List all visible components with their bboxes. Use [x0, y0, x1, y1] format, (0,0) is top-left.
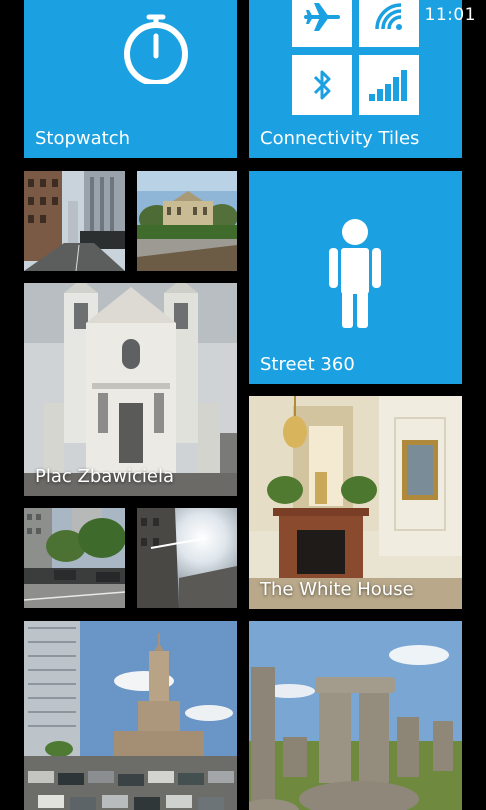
sunlight-image — [137, 508, 237, 608]
photo-tile-white-house[interactable]: The White House — [249, 396, 462, 609]
palace-of-culture-image — [24, 621, 237, 810]
plac-zbawiciela-label: Plac Zbawiciela — [35, 466, 175, 487]
photo-tile-stonehenge[interactable] — [249, 621, 462, 810]
wifi-subtile[interactable] — [359, 0, 419, 47]
stonehenge-image — [249, 621, 462, 810]
street-trees-image — [24, 508, 125, 608]
stopwatch-label: Stopwatch — [35, 128, 131, 149]
wifi-icon — [375, 3, 402, 30]
status-clock: 11:01 — [424, 5, 476, 25]
city-street-image — [24, 171, 125, 271]
street360-tile[interactable]: Street 360 — [249, 171, 462, 384]
stopwatch-tile[interactable]: Stopwatch — [24, 0, 237, 158]
street360-label: Street 360 — [260, 354, 355, 375]
stopwatch-icon — [124, 14, 188, 84]
photo-tile-sunlight[interactable] — [137, 508, 237, 608]
photo-tile-palace[interactable] — [137, 171, 237, 271]
connectivity-label: Connectivity Tiles — [260, 128, 420, 149]
bluetooth-icon — [313, 70, 331, 100]
photo-tile-street-trees[interactable] — [24, 508, 125, 608]
airplane-icon — [304, 3, 340, 31]
airplane-subtile[interactable] — [292, 0, 352, 47]
white-house-interior-image — [249, 396, 462, 609]
photo-tile-plac-zbawiciela[interactable]: Plac Zbawiciela — [24, 283, 237, 496]
palace-image — [137, 171, 237, 271]
person-icon — [329, 219, 381, 328]
church-image — [24, 283, 237, 496]
start-screen: 11:01 Stopwatch Connectivity Tiles Stree… — [0, 0, 486, 810]
bluetooth-subtile[interactable] — [292, 55, 352, 115]
photo-tile-city-street[interactable] — [24, 171, 125, 271]
photo-tile-palace-of-culture[interactable] — [24, 621, 237, 810]
signal-bars-icon — [369, 70, 407, 101]
signal-subtile[interactable] — [359, 55, 419, 115]
white-house-label: The White House — [260, 579, 414, 600]
